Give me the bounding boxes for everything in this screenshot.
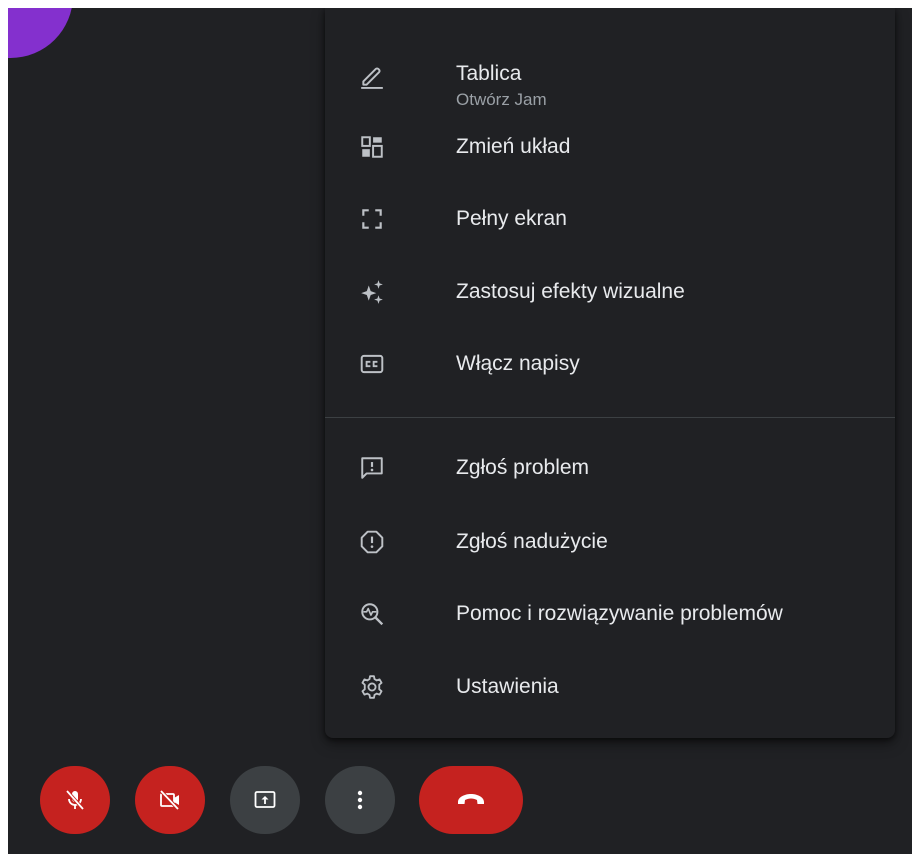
mic-toggle-button[interactable] bbox=[40, 766, 110, 834]
present-screen-icon bbox=[253, 788, 277, 812]
menu-item-label: Zmień układ bbox=[456, 135, 571, 158]
menu-item-visual-effects[interactable]: Zastosuj efekty wizualne bbox=[325, 264, 895, 320]
camera-off-icon bbox=[158, 788, 182, 812]
participant-avatar bbox=[8, 8, 73, 58]
more-options-menu: Tablica Otwórz Jam Zmień układ Pełny ekr… bbox=[325, 8, 895, 738]
menu-item-label: Pomoc i rozwiązywanie problemów bbox=[456, 602, 783, 625]
menu-item-help[interactable]: Pomoc i rozwiązywanie problemów bbox=[325, 586, 895, 642]
menu-divider bbox=[325, 417, 895, 418]
more-options-button[interactable] bbox=[325, 766, 395, 834]
mic-off-icon bbox=[63, 788, 87, 812]
present-screen-button[interactable] bbox=[230, 766, 300, 834]
leave-call-button[interactable] bbox=[419, 766, 523, 834]
layout-icon bbox=[357, 132, 387, 162]
menu-item-report-problem[interactable]: Zgłoś problem bbox=[325, 440, 895, 496]
troubleshoot-icon bbox=[357, 599, 387, 629]
gear-icon bbox=[357, 672, 387, 702]
menu-item-report-abuse[interactable]: Zgłoś nadużycie bbox=[325, 514, 895, 570]
menu-item-fullscreen[interactable]: Pełny ekran bbox=[325, 191, 895, 247]
menu-item-captions[interactable]: Włącz napisy bbox=[325, 336, 895, 392]
menu-item-change-layout[interactable]: Zmień układ bbox=[325, 119, 895, 175]
menu-item-label: Pełny ekran bbox=[456, 207, 567, 230]
camera-toggle-button[interactable] bbox=[135, 766, 205, 834]
menu-item-label: Tablica bbox=[456, 62, 522, 85]
menu-item-whiteboard[interactable]: Tablica Otwórz Jam bbox=[325, 48, 895, 109]
more-options-icon bbox=[348, 788, 372, 812]
closed-captions-icon bbox=[357, 349, 387, 379]
pencil-icon bbox=[357, 61, 387, 91]
menu-item-settings[interactable]: Ustawienia bbox=[325, 659, 895, 715]
menu-item-sublabel: Otwórz Jam bbox=[456, 90, 547, 109]
menu-item-label: Zgłoś nadużycie bbox=[456, 530, 608, 553]
sparkle-icon bbox=[357, 277, 387, 307]
menu-item-label: Zgłoś problem bbox=[456, 456, 590, 479]
report-icon bbox=[357, 527, 387, 557]
menu-item-label: Włącz napisy bbox=[456, 352, 580, 375]
hang-up-icon bbox=[455, 788, 487, 812]
menu-item-label: Zastosuj efekty wizualne bbox=[456, 280, 685, 303]
menu-item-label: Ustawienia bbox=[456, 675, 559, 698]
meeting-stage: Tablica Otwórz Jam Zmień układ Pełny ekr… bbox=[8, 8, 912, 854]
fullscreen-icon bbox=[357, 204, 387, 234]
feedback-icon bbox=[357, 453, 387, 483]
